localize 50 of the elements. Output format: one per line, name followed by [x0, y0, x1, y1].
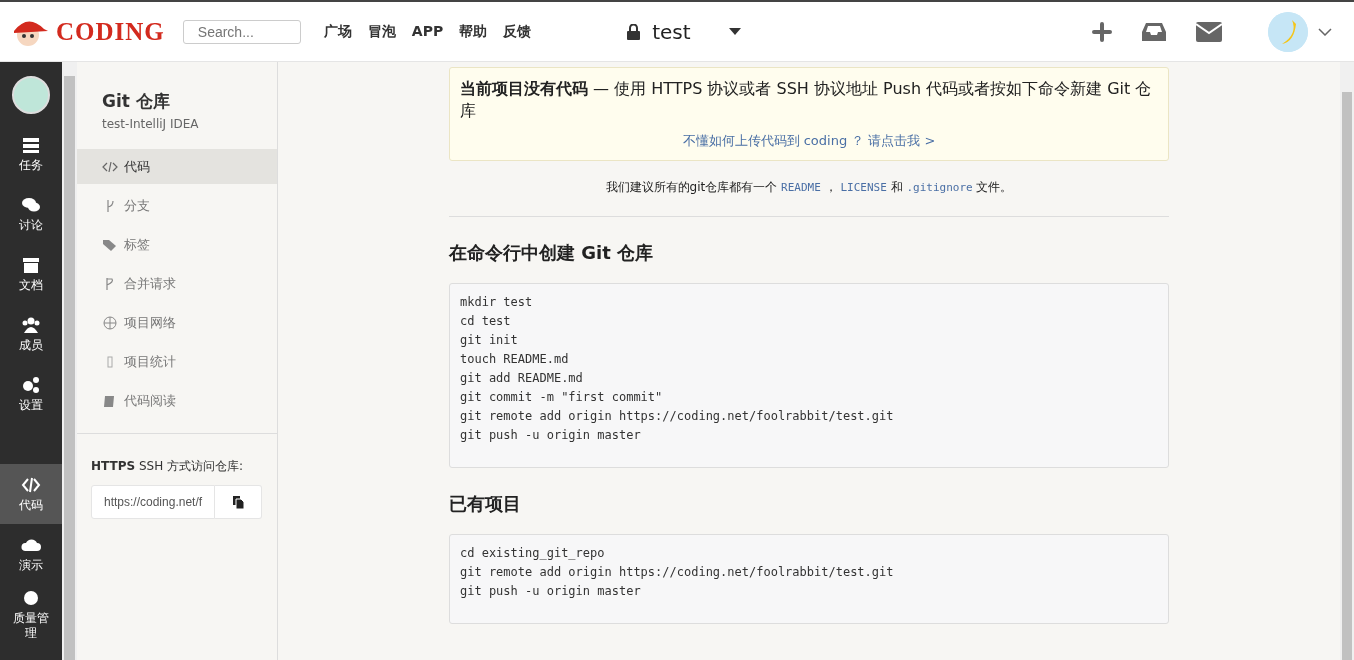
suggestion-text: 我们建议所有的git仓库都有一个 README ， LICENSE 和 .gitignore 文件。 — [449, 161, 1169, 217]
repo-nav-item[interactable]: 合并请求 — [77, 266, 277, 301]
mail-icon[interactable] — [1196, 21, 1222, 42]
sidebar-item[interactable]: 质量管理 — [0, 584, 62, 644]
notice-text: 当前项目没有代码 — 使用 HTTPS 协议或者 SSH 协议地址 Push 代码或者按如下命令新建 Git 仓库 — [460, 78, 1153, 122]
section-heading: 已有项目 — [449, 492, 522, 516]
nav-link[interactable]: 帮助 — [459, 22, 488, 41]
repo-subtitle: test-IntelliJ IDEA — [101, 116, 200, 133]
repo-nav-item[interactable]: 代码 — [77, 149, 277, 184]
sidebar-item[interactable]: 文档 — [0, 244, 62, 304]
repo-title: Git 仓库 — [101, 90, 171, 113]
inbox-icon[interactable] — [1142, 21, 1166, 42]
scrollbar-thumb[interactable] — [1342, 92, 1352, 660]
repo-nav-item[interactable]: 代码阅读 — [77, 383, 277, 418]
caret-icon[interactable] — [728, 28, 741, 35]
plus-icon[interactable] — [1092, 21, 1112, 42]
sidebar-item[interactable]: 设置 — [0, 364, 62, 424]
nav-link[interactable]: 冒泡 — [367, 22, 396, 41]
repo-nav-item[interactable]: 项目统计 — [77, 344, 277, 379]
project-avatar[interactable] — [12, 76, 50, 114]
lock-icon — [627, 23, 641, 40]
chevron-icon[interactable] — [1318, 27, 1332, 36]
copy-icon — [232, 495, 244, 509]
sidebar-item-icon — [21, 255, 41, 276]
nav-link[interactable]: 反馈 — [503, 22, 532, 41]
scrollbar-thumb[interactable] — [64, 76, 75, 660]
nav-link[interactable]: 广场 — [323, 22, 352, 41]
help-link[interactable]: 不懂如何上传代码到 coding ？ 请点击我 > — [460, 132, 1158, 150]
repo-nav-item[interactable]: 分支 — [77, 188, 277, 223]
logo-text[interactable]: CODING — [56, 17, 165, 46]
nav-link[interactable]: APP — [411, 22, 444, 41]
repo-nav-item[interactable]: 标签 — [77, 227, 277, 262]
copy-button[interactable] — [215, 485, 262, 519]
sidebar-item-icon — [21, 315, 41, 336]
code-block: mkdir test cd test git init touch README.md git add README.md git commit -m "first commit" git remote add origin https://coding.net/foolrabbit/test.git git push -u origin master — [449, 283, 1169, 468]
sidebar-item[interactable]: 代码 — [0, 464, 62, 524]
project-name[interactable]: test — [652, 19, 691, 44]
repo-nav-icon — [102, 314, 118, 331]
search-field[interactable]: Search... — [182, 19, 301, 44]
sidebar-item[interactable]: 成员 — [0, 304, 62, 364]
code-block: cd existing_git_repo git remote add origin https://coding.net/foolrabbit/test.git git push -u origin master — [449, 534, 1169, 624]
sidebar-item[interactable]: 讨论 — [0, 184, 62, 244]
clone-url-field[interactable]: https://coding.net/f — [91, 485, 215, 519]
repo-nav-item[interactable]: 项目网络 — [77, 305, 277, 340]
access-label: HTTPS SSH 方式访问仓库: — [90, 458, 245, 475]
sidebar-item-icon — [21, 135, 41, 156]
sidebar-item[interactable]: 演示 — [0, 524, 62, 584]
sidebar-item-icon — [21, 375, 41, 396]
section-heading: 在命令行中创建 Git 仓库 — [449, 241, 655, 265]
sidebar-item[interactable]: 任务 — [0, 124, 62, 184]
